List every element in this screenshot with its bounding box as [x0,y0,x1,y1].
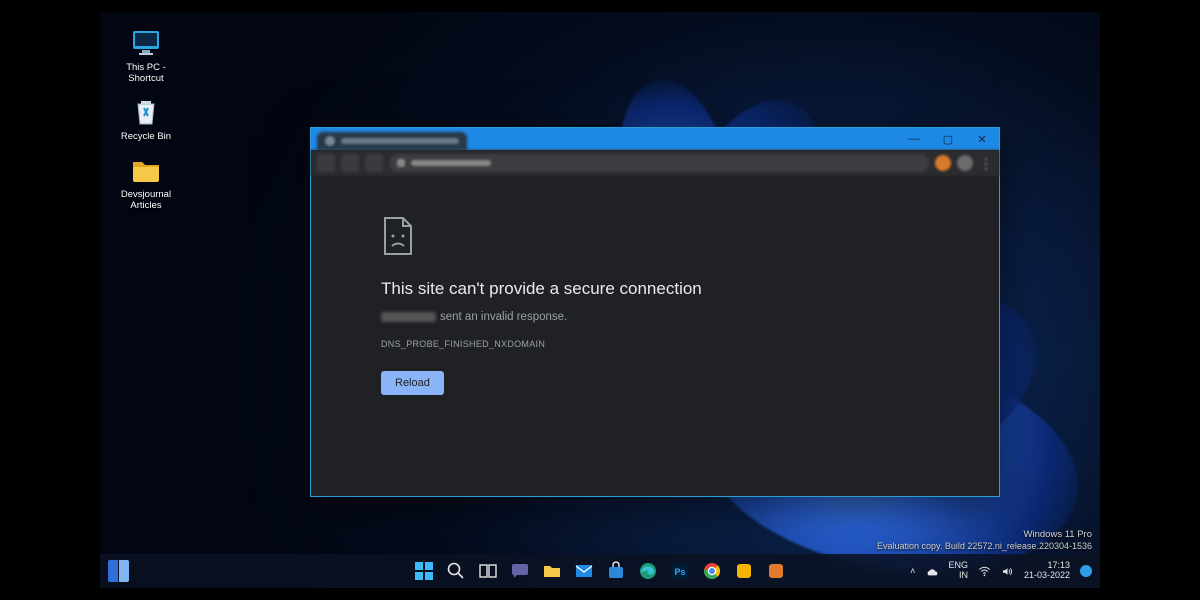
taskbar-app-store[interactable] [603,558,629,584]
taskbar-app-photoshop[interactable]: Ps [667,558,693,584]
browser-tab[interactable] [317,132,467,150]
site-info-icon [397,159,405,167]
taskbar-app-edge[interactable] [635,558,661,584]
taskbar[interactable]: Ps ˄ ENG IN 17:13 21-03-2022 [100,554,1100,588]
start-button[interactable] [411,558,437,584]
task-view-icon [478,561,498,581]
address-bar[interactable] [389,154,929,172]
error-subtext: sent an invalid response. [440,311,567,323]
desktop-icon-recycle-bin[interactable]: Recycle Bin [114,95,178,143]
desktop-icon-this-pc[interactable]: This PC - Shortcut [114,26,178,85]
url-text-blurred [411,160,491,166]
watermark-edition: Windows 11 Pro [877,529,1092,541]
lang-region: IN [959,571,968,581]
desktop-icon-label: Devsjournal Articles [114,190,178,212]
extension-icon[interactable] [935,155,951,171]
taskbar-app-mail[interactable] [571,558,597,584]
system-tray[interactable]: ˄ ENG IN 17:13 21-03-2022 [910,561,1092,581]
task-view-button[interactable] [475,558,501,584]
desktop-icon-folder[interactable]: Devsjournal Articles [114,153,178,212]
window-close-button[interactable]: ✕ [965,128,999,150]
profile-avatar[interactable] [957,155,973,171]
widgets-button[interactable] [108,560,130,582]
language-indicator[interactable]: ENG IN [948,561,968,581]
taskbar-center: Ps [411,558,789,584]
error-title: This site can't provide a secure connect… [381,279,999,299]
desktop-icon-label: This PC - Shortcut [114,63,178,85]
monitor-icon [129,26,163,60]
browser-toolbar: ⋮ [311,150,999,176]
tab-favicon [325,136,335,146]
wifi-icon[interactable] [978,565,991,578]
screenshot-stage: This PC - Shortcut Recycle Bin Devsjourn… [0,0,1200,600]
sad-file-icon [381,216,415,256]
folder-icon [129,153,163,187]
error-code: DNS_PROBE_FINISHED_NXDOMAIN [381,339,999,349]
volume-icon[interactable] [1001,565,1014,578]
search-button[interactable] [443,558,469,584]
taskbar-app-generic-2[interactable] [763,558,789,584]
watermark-build: Evaluation copy. Build 22572.ni_release.… [877,541,1092,552]
nav-forward-button[interactable] [341,154,359,172]
notification-center-button[interactable] [1080,565,1092,577]
clock[interactable]: 17:13 21-03-2022 [1024,561,1070,581]
window-maximize-button[interactable]: ▢ [931,128,965,150]
svg-text:Ps: Ps [674,567,685,577]
error-page: This site can't provide a secure connect… [311,176,999,496]
windows-watermark: Windows 11 Pro Evaluation copy. Build 22… [877,529,1092,552]
taskbar-app-chat[interactable] [507,558,533,584]
window-minimize-button[interactable]: — [897,128,931,150]
desktop-icons-column: This PC - Shortcut Recycle Bin Devsjourn… [114,26,178,212]
browser-titlebar[interactable]: — ▢ ✕ [311,128,999,150]
taskbar-app-chrome[interactable] [699,558,725,584]
nav-reload-button[interactable] [365,154,383,172]
clock-date: 21-03-2022 [1024,571,1070,581]
browser-window[interactable]: — ▢ ✕ ⋮ [310,127,1000,497]
error-hostname-blurred [381,312,436,322]
taskbar-app-generic-1[interactable] [731,558,757,584]
recycle-bin-icon [129,95,163,129]
nav-back-button[interactable] [317,154,335,172]
reload-button[interactable]: Reload [381,371,444,395]
tab-title-blurred [341,138,459,144]
tray-overflow-button[interactable]: ˄ [910,566,915,576]
onedrive-icon[interactable] [925,565,938,578]
browser-menu-button[interactable]: ⋮ [979,156,993,170]
desktop-icon-label: Recycle Bin [121,132,171,143]
desktop[interactable]: This PC - Shortcut Recycle Bin Devsjourn… [100,12,1100,588]
taskbar-app-explorer[interactable] [539,558,565,584]
search-icon [446,561,466,581]
